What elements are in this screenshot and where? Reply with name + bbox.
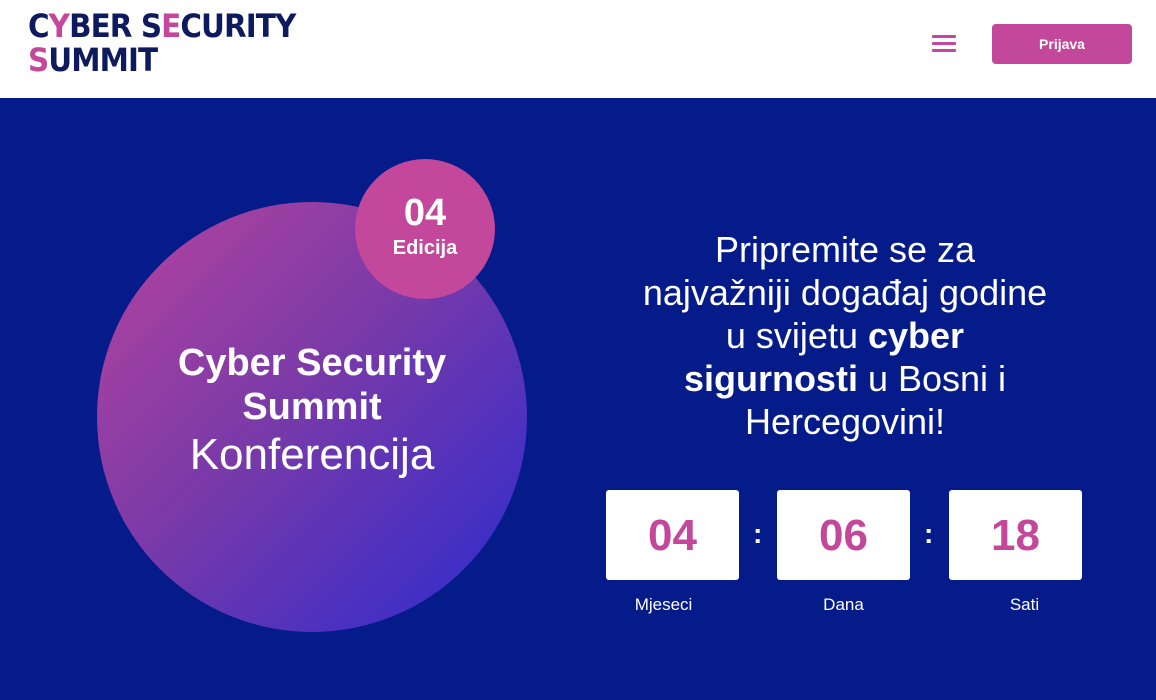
circle-title-line1: Cyber Security	[177, 342, 447, 384]
login-button[interactable]: Prijava	[992, 24, 1132, 64]
site-header: CYBER SECURITY SUMMIT Prijava	[0, 0, 1156, 98]
countdown-days-box: 06	[777, 490, 910, 580]
countdown-separator: :	[753, 518, 763, 549]
countdown-months-box: 04	[606, 490, 739, 580]
countdown-hours-box: 18	[949, 490, 1082, 580]
countdown-hours-label: Sati	[1009, 595, 1040, 614]
edition-badge: 04 Edicija	[355, 159, 495, 299]
hamburger-icon[interactable]	[932, 33, 956, 55]
circle-subtitle: Konferencija	[189, 430, 435, 479]
logo[interactable]: CYBER SECURITY SUMMIT	[28, 7, 296, 79]
countdown-days-label: Dana	[823, 595, 864, 614]
countdown-hours-value: 18	[991, 511, 1040, 560]
hero-section: Cyber Security Summit Konferencija 04 Ed…	[0, 98, 1156, 700]
hero-tagline: Pripremite se za najvažniji događaj godi…	[642, 229, 1048, 442]
circle-title-line2: Summit	[242, 386, 382, 428]
countdown-months-value: 04	[648, 511, 697, 560]
logo-line-1: CYBER SECURITY	[28, 7, 296, 45]
edition-number: 04	[403, 192, 447, 234]
countdown-days-value: 06	[819, 511, 868, 560]
countdown-separator: :	[924, 518, 934, 549]
countdown-months-label: Mjeseci	[634, 595, 693, 614]
edition-label: Edicija	[392, 237, 458, 259]
logo-line-2: SUMMIT	[28, 41, 158, 79]
